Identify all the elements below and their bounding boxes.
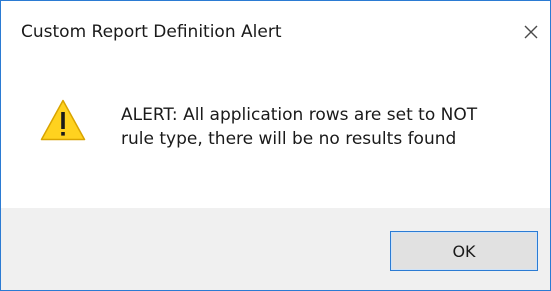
alert-dialog: Custom Report Definition Alert ALERT: Al… [0,0,551,291]
ok-button[interactable]: OK [390,231,538,271]
alert-message-line-1: ALERT: All application rows are set to N… [121,105,478,125]
close-icon [524,25,538,39]
title-bar: Custom Report Definition Alert [1,1,550,65]
alert-message-line-2: rule type, there will be no results foun… [121,129,457,149]
dialog-footer: OK [1,208,550,290]
close-button[interactable] [516,17,546,47]
alert-message: ALERT: All application rows are set to N… [121,103,531,151]
warning-icon [40,99,86,141]
dialog-content: ALERT: All application rows are set to N… [1,65,550,208]
dialog-title: Custom Report Definition Alert [21,22,282,42]
